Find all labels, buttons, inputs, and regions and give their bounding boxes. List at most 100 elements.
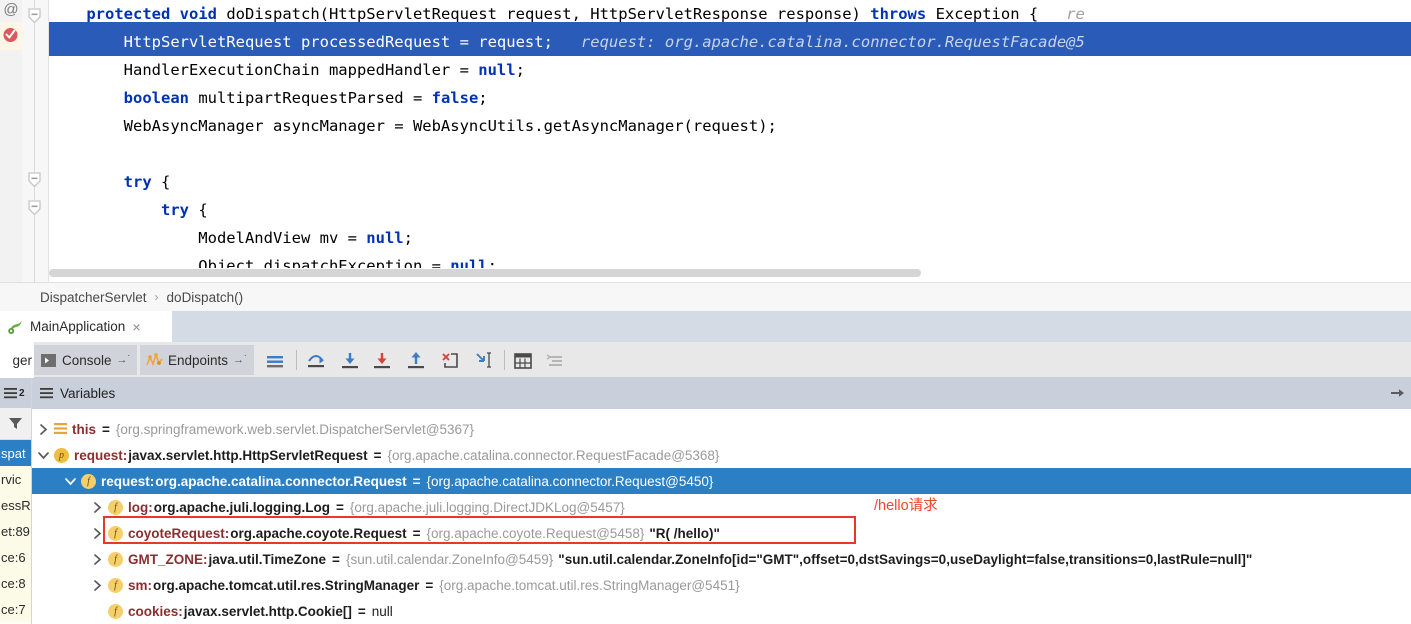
code-token: void (179, 5, 217, 23)
show-execution-point-icon[interactable] (263, 350, 287, 372)
code-line[interactable]: HttpServletRequest processedRequest = re… (49, 28, 1411, 56)
parameter-badge-icon: p (54, 447, 69, 463)
code-line[interactable]: WebAsyncManager asyncManager = WebAsyncU… (49, 112, 1411, 140)
variable-row[interactable]: f coyoteRequest: org.apache.coyote.Reques… (32, 520, 1411, 546)
pin-arrow-icon[interactable]: →˙ (117, 354, 132, 366)
code-line[interactable]: try { (49, 168, 1411, 196)
chevron-right-icon[interactable] (90, 500, 105, 515)
variable-name: this (72, 421, 97, 437)
variable-row[interactable]: f log: org.apache.juli.logging.Log = {org.a… (32, 494, 1411, 520)
annotation-label-hello-request: /hello请求 (874, 498, 938, 514)
variable-row[interactable]: this = {org.springframework.web.servlet.Di… (32, 416, 1411, 442)
tab-console-label: Console (62, 352, 112, 368)
pin-arrow-icon[interactable]: →˙ (233, 354, 248, 366)
annotation-icon[interactable]: @ (2, 1, 20, 19)
variable-row[interactable]: f GMT_ZONE: java.util.TimeZone = {sun.util.… (32, 546, 1411, 572)
chevron-right-icon[interactable] (36, 422, 51, 437)
frames-filter-button[interactable] (0, 408, 31, 440)
variables-panel[interactable]: Variables this = {org.springframework.web.… (32, 378, 1411, 624)
chevron-right-icon[interactable] (90, 578, 105, 593)
frame-row-label: spat (1, 445, 26, 461)
force-step-into-icon[interactable] (370, 350, 394, 372)
step-out-icon[interactable] (404, 350, 428, 372)
variable-equals: = (425, 577, 434, 593)
annotation-gutter[interactable]: @ (0, 0, 22, 282)
close-icon[interactable]: × (132, 320, 140, 334)
variable-row[interactable]: f cookies: javax.servlet.http.Cookie[] = nu… (32, 598, 1411, 624)
code-line[interactable]: ModelAndView mv = null; (49, 224, 1411, 252)
code-token: { (151, 173, 171, 191)
code-token: ; (515, 61, 525, 79)
endpoints-icon (146, 352, 163, 369)
breakpoint-verified-icon[interactable] (2, 26, 19, 43)
chevron-down-icon[interactable] (36, 448, 51, 463)
variable-value: {org.apache.coyote.Request@5458} (426, 525, 645, 541)
evaluate-expression-icon[interactable] (511, 350, 535, 372)
frames-panel[interactable]: 2 spat rvic essR et:89 ce:6 ce:8 ce:7 (0, 378, 31, 624)
run-configuration-tabbar[interactable]: MainApplication × (0, 311, 1411, 342)
frame-row[interactable]: rvic (0, 466, 31, 492)
tab-console[interactable]: Console →˙ (34, 345, 138, 375)
variable-type: org.apache.catalina.connector.Request (155, 473, 407, 489)
debugger-toolbar[interactable]: ger Console →˙ Endpoints →˙ (0, 342, 1411, 378)
frame-row-label: et:89 (1, 523, 30, 539)
fold-collapse-icon[interactable] (27, 172, 42, 188)
frame-row[interactable]: ce:7 (0, 596, 31, 622)
frame-row-label: ce:6 (1, 549, 26, 565)
code-token: multipartRequestParsed = (188, 89, 432, 107)
frame-row[interactable]: ce:6 (0, 544, 31, 570)
frame-row[interactable]: spat (0, 440, 31, 466)
code-line[interactable]: try { (49, 196, 1411, 224)
frame-row[interactable]: essR (0, 492, 31, 518)
frame-row-label: essR (1, 497, 31, 513)
console-icon (40, 352, 57, 369)
breadcrumb[interactable]: DispatcherServlet › doDispatch() (0, 282, 1411, 311)
code-token: ; (478, 89, 488, 107)
code-line[interactable]: boolean multipartRequestParsed = false; (49, 84, 1411, 112)
tab-endpoints-label: Endpoints (168, 352, 229, 368)
fold-collapse-icon[interactable] (27, 200, 42, 216)
breadcrumb-separator-icon: › (154, 290, 159, 304)
scrollbar-thumb[interactable] (49, 269, 921, 277)
step-into-icon[interactable] (338, 350, 362, 372)
variable-row[interactable]: f request: org.apache.catalina.connector.… (32, 468, 1411, 494)
frame-row[interactable]: et:89 (0, 518, 31, 544)
chevron-down-icon[interactable] (63, 474, 78, 489)
fold-gutter[interactable] (22, 0, 48, 282)
frames-count-badge: 2 (19, 387, 25, 399)
variable-type: org.apache.juli.logging.Log (153, 499, 330, 515)
code-line[interactable]: HandlerExecutionChain mappedHandler = nu… (49, 56, 1411, 84)
code-line[interactable]: protected void doDispatch(HttpServletReq… (49, 0, 1411, 28)
variable-equals: = (102, 421, 110, 437)
code-token: null (366, 229, 404, 247)
code-text-area[interactable]: protected void doDispatch(HttpServletReq… (49, 0, 1411, 275)
hide-panel-icon[interactable] (1391, 387, 1405, 399)
step-over-icon[interactable] (304, 350, 328, 372)
breadcrumb-method[interactable]: doDispatch() (167, 290, 244, 305)
debugger-vertical-tab-label: ger (12, 352, 32, 368)
frame-row[interactable]: ce:8 (0, 570, 31, 596)
twisty-placeholder (90, 604, 105, 619)
editor-horizontal-scrollbar[interactable] (49, 268, 1411, 278)
hamburger-icon (40, 388, 53, 399)
fold-collapse-icon[interactable] (27, 8, 42, 24)
debugger-vertical-tab[interactable]: ger (0, 342, 34, 378)
code-line[interactable] (49, 140, 1411, 168)
variable-row[interactable]: p request: javax.servlet.http.HttpServlet… (32, 442, 1411, 468)
drop-frame-icon[interactable] (438, 350, 462, 372)
tab-endpoints[interactable]: Endpoints →˙ (140, 345, 254, 375)
chevron-right-icon[interactable] (90, 552, 105, 567)
settings-lines-icon[interactable] (543, 350, 567, 372)
run-to-cursor-icon[interactable] (472, 350, 496, 372)
code-editor[interactable]: @ protected void doDispatch(HttpServletR… (0, 0, 1411, 282)
fold-guide-line (34, 0, 35, 282)
chevron-right-icon[interactable] (90, 526, 105, 541)
field-badge-icon: f (81, 473, 96, 489)
variable-type: javax.servlet.http.HttpServletRequest (128, 447, 368, 463)
run-tab-mainapplication[interactable]: MainApplication × (0, 311, 172, 342)
breadcrumb-class[interactable]: DispatcherServlet (40, 290, 147, 305)
variable-name: cookies: (128, 603, 183, 619)
variable-row[interactable]: f sm: org.apache.tomcat.util.res.StringMa… (32, 572, 1411, 598)
